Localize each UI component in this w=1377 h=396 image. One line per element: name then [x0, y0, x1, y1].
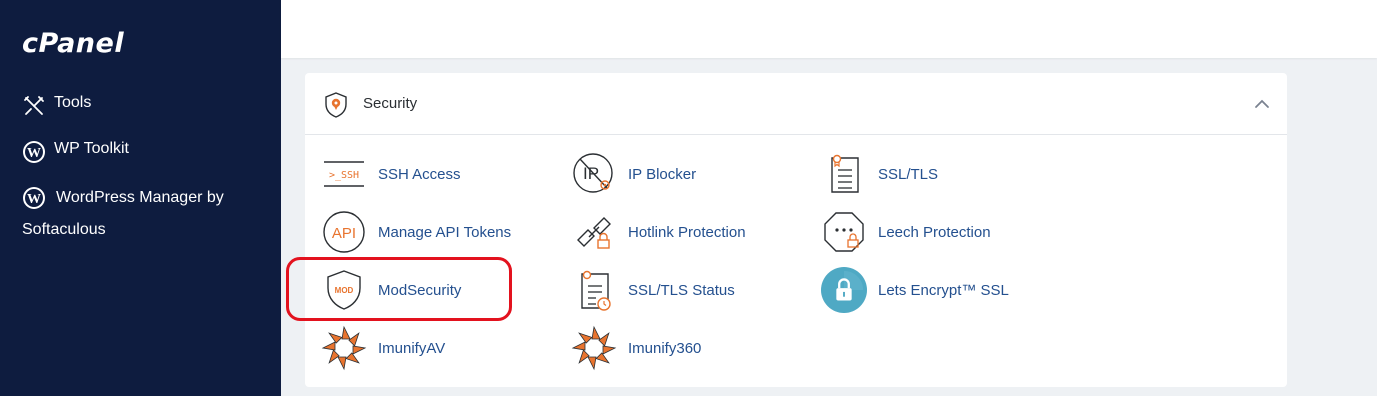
item-label: SSL/TLS	[878, 165, 939, 183]
section-title: Security	[363, 95, 418, 112]
leech-protection-link[interactable]: Leech Protection	[821, 209, 991, 255]
item-label: Hotlink Protection	[628, 223, 746, 241]
api-icon-text: API	[332, 225, 356, 242]
ssh-icon-text: >_SSH	[329, 170, 359, 181]
ip-blocker-link[interactable]: IP IP Blocker	[571, 151, 696, 197]
cpanel-logo[interactable]: cPanel	[22, 28, 124, 59]
panel-header[interactable]: Security	[305, 73, 1287, 135]
wordpress-icon: W	[22, 186, 46, 210]
imunify360-icon	[571, 325, 617, 371]
imunifyav-link[interactable]: ImunifyAV	[321, 325, 445, 371]
ip-blocker-icon: IP	[571, 151, 617, 197]
top-bar	[281, 0, 1377, 58]
security-panel: Security >_SSH SSH Access IP IP Blocker	[305, 73, 1287, 387]
sidebar-item-label: WordPress Manager by	[56, 189, 224, 206]
lets-encrypt-ssl-link[interactable]: Lets Encrypt™ SSL	[821, 267, 1009, 313]
lets-encrypt-icon	[821, 267, 867, 313]
svg-text:W: W	[27, 146, 41, 161]
ssh-access-link[interactable]: >_SSH SSH Access	[321, 151, 461, 197]
hotlink-protection-link[interactable]: Hotlink Protection	[571, 209, 746, 255]
ssl-tls-icon	[821, 151, 867, 197]
manage-api-tokens-link[interactable]: API Manage API Tokens	[321, 209, 511, 255]
modsecurity-icon-text: MOD	[335, 286, 354, 295]
sidebar-item-tools[interactable]: Tools	[22, 94, 91, 118]
ssh-icon: >_SSH	[321, 151, 367, 197]
modsecurity-icon: MOD	[321, 267, 367, 313]
svg-text:W: W	[27, 192, 41, 207]
sidebar-item-wordpress-manager[interactable]: W WordPress Manager by Softaculous	[22, 182, 262, 246]
tools-icon	[22, 94, 46, 118]
item-label: Imunify360	[628, 339, 702, 357]
ssl-tls-status-link[interactable]: SSL/TLS Status	[571, 267, 735, 313]
item-label: Leech Protection	[878, 223, 991, 241]
sidebar-item-label: WP Toolkit	[54, 140, 129, 157]
sidebar-item-wp-toolkit[interactable]: W WP Toolkit	[22, 140, 129, 164]
item-label: Lets Encrypt™ SSL	[878, 281, 1009, 299]
modsecurity-link[interactable]: MOD ModSecurity	[321, 267, 461, 313]
imunify-icon	[321, 325, 367, 371]
wordpress-icon: W	[22, 140, 46, 164]
api-icon: API	[321, 209, 367, 255]
item-label: SSL/TLS Status	[628, 281, 735, 299]
ssl-status-icon	[571, 267, 617, 313]
hotlink-icon	[571, 209, 617, 255]
sidebar-item-label: Tools	[54, 94, 92, 111]
security-shield-icon	[324, 92, 348, 123]
item-label: SSH Access	[378, 165, 461, 183]
sidebar: cPanel Tools W WP Toolkit W WordPress Ma…	[0, 0, 281, 396]
leech-icon	[821, 209, 867, 255]
item-label: ImunifyAV	[378, 339, 446, 357]
ip-icon-text: IP	[583, 164, 599, 183]
item-label: ModSecurity	[378, 281, 462, 299]
imunify360-link[interactable]: Imunify360	[571, 325, 701, 371]
item-label: IP Blocker	[628, 165, 697, 183]
item-label: Manage API Tokens	[378, 223, 512, 241]
chevron-up-icon[interactable]	[1253, 95, 1271, 113]
sidebar-item-label-cont: Softaculous	[22, 221, 106, 238]
ssl-tls-link[interactable]: SSL/TLS	[821, 151, 938, 197]
